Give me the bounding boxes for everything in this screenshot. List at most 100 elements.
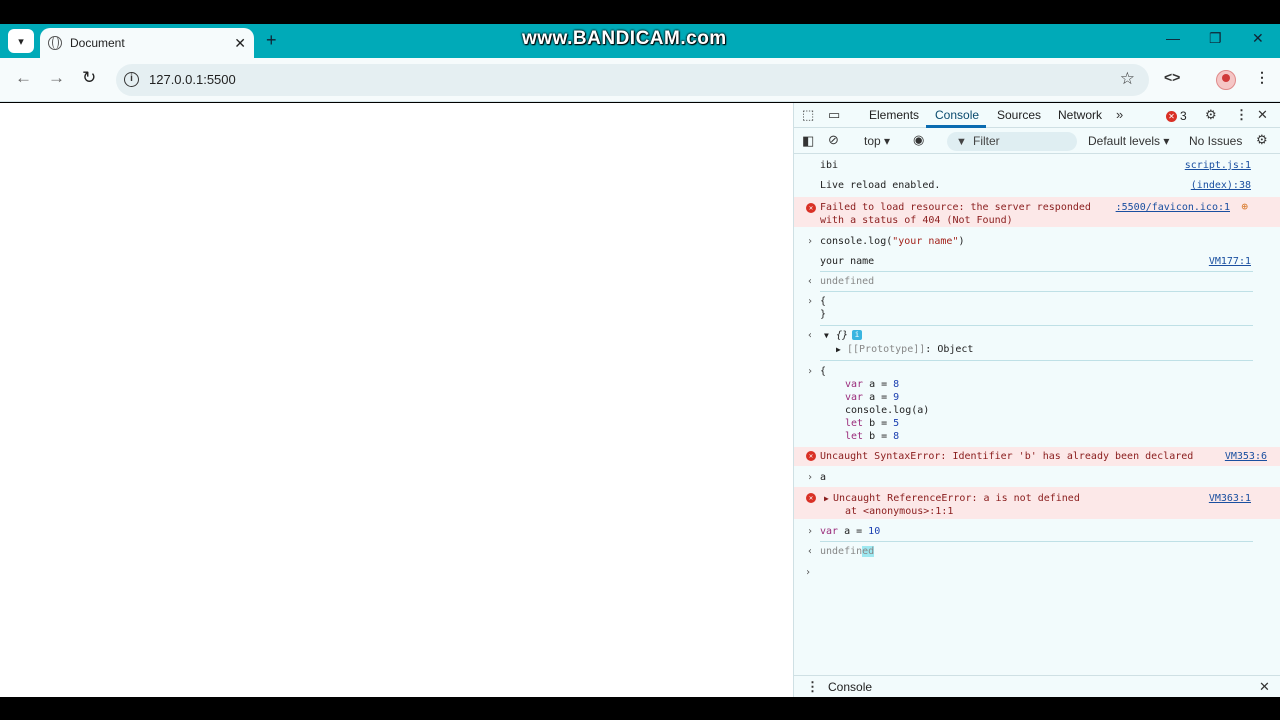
tab-sources[interactable]: Sources: [997, 108, 1041, 122]
console-settings-icon[interactable]: ⚙: [1256, 132, 1268, 148]
error-text: with a status of 404 (Not Found): [820, 215, 1013, 226]
issues-button[interactable]: No Issues: [1189, 134, 1242, 148]
console-result-row: ‹ undefined: [794, 275, 1280, 291]
prototype-key: [[Prototype]]: [847, 344, 926, 355]
input-prompt-icon: ›: [807, 296, 814, 307]
expand-triangle-icon[interactable]: ▼: [824, 329, 829, 342]
tab-search-button[interactable]: ▾: [8, 29, 34, 53]
code-fragment: a =: [863, 392, 894, 403]
separator: [820, 325, 1253, 326]
input-text: {: [820, 296, 827, 307]
console-log-row: your name VM177:1: [794, 255, 1280, 271]
drawer-tab-console[interactable]: Console: [828, 680, 872, 694]
bookmark-star-icon[interactable]: ☆: [1120, 69, 1135, 89]
console-prompt-row[interactable]: ›: [794, 566, 1280, 582]
new-tab-button[interactable]: +: [266, 30, 277, 51]
code-line: let b = 8: [845, 430, 899, 443]
code-number: 8: [893, 431, 900, 442]
code-number: 10: [868, 526, 881, 537]
code-line: var a = 9: [845, 391, 899, 404]
restore-icon[interactable]: ❐: [1209, 30, 1222, 47]
console-error-row: ✕ ▶ Uncaught ReferenceError: a is not de…: [794, 487, 1280, 519]
console-input-row: › { }: [794, 295, 1280, 325]
code-keyword: var: [845, 379, 864, 390]
log-levels-value: Default levels: [1088, 134, 1161, 148]
error-icon: ✕: [806, 493, 816, 503]
devtools-panel: ⬚ ▭ Elements Console Sources Network » ✕…: [793, 103, 1280, 697]
context-selector[interactable]: top ▾: [864, 134, 890, 148]
log-source-link[interactable]: script.js:1: [1185, 159, 1251, 172]
console-error-row: ✕ Uncaught SyntaxError: Identifier 'b' h…: [794, 447, 1280, 466]
url-text[interactable]: 127.0.0.1:5500: [149, 72, 236, 87]
close-drawer-icon[interactable]: ✕: [1259, 679, 1270, 695]
code-line: console.log(a): [845, 405, 930, 416]
input-prompt-icon: ›: [805, 567, 812, 578]
inspect-element-icon[interactable]: ⬚: [802, 107, 814, 123]
code-number: 8: [893, 379, 900, 390]
settings-gear-icon[interactable]: ⚙: [1205, 107, 1217, 123]
collapsed-triangle-icon[interactable]: ▶: [824, 492, 829, 505]
devtools-menu-icon[interactable]: ⋮: [1235, 107, 1248, 123]
code-icon[interactable]: <>: [1164, 69, 1180, 85]
error-source-link[interactable]: :5500/favicon.ico:1: [1116, 201, 1230, 214]
object-label[interactable]: {}: [836, 329, 848, 342]
error-source-link[interactable]: VM363:1: [1209, 492, 1251, 505]
chevron-down-icon: ▾: [18, 35, 24, 48]
prototype-value: : Object: [925, 344, 974, 355]
close-devtools-icon[interactable]: ✕: [1257, 107, 1268, 123]
code-keyword: let: [845, 418, 864, 429]
error-counter[interactable]: ✕ 3: [1166, 109, 1187, 123]
code-fragment: a =: [838, 526, 869, 537]
devtools-tabbar: ⬚ ▭ Elements Console Sources Network » ✕…: [794, 103, 1280, 128]
console-filter-bar: ◧ ⊘ top ▾ ◉ ▼ Filter Default levels ▾ No…: [794, 129, 1280, 154]
result-text: undefined: [820, 276, 875, 287]
error-stack-text: at <anonymous>:1:1: [845, 506, 954, 517]
active-tab-indicator: [926, 125, 986, 128]
site-info-icon[interactable]: i: [124, 72, 139, 87]
result-arrow-icon: ‹: [807, 276, 814, 287]
error-source-link[interactable]: VM353:6: [1225, 450, 1267, 463]
console-input-row: › { var a = 8 var a = 9 console.log(a) l…: [794, 365, 1280, 445]
code-fragment: ): [958, 236, 965, 247]
log-levels-dropdown[interactable]: Default levels ▾: [1088, 134, 1169, 148]
console-input-row: › var a = 10: [794, 525, 1280, 541]
log-source-link[interactable]: VM177:1: [1209, 255, 1251, 268]
tab-console[interactable]: Console: [935, 108, 979, 122]
input-prompt-icon: ›: [807, 366, 814, 377]
log-source-link[interactable]: (index):38: [1191, 179, 1251, 192]
network-warning-icon[interactable]: ⊕: [1241, 200, 1248, 213]
console-log-row: ibi script.js:1: [794, 159, 1280, 175]
more-tabs-icon[interactable]: »: [1116, 107, 1123, 122]
window-close-icon[interactable]: ✕: [1252, 30, 1264, 47]
address-bar[interactable]: i 127.0.0.1:5500 ☆: [116, 64, 1149, 96]
sidebar-toggle-icon[interactable]: ◧: [802, 133, 814, 149]
browser-menu-icon[interactable]: ⋮: [1255, 69, 1269, 86]
close-tab-icon[interactable]: ✕: [234, 35, 246, 52]
minimize-icon[interactable]: —: [1166, 30, 1180, 46]
browser-tab[interactable]: Document ✕: [40, 28, 254, 58]
forward-icon[interactable]: →: [48, 68, 65, 88]
input-prompt-icon: ›: [807, 236, 814, 247]
result-highlight: ed: [862, 546, 875, 557]
reload-icon[interactable]: ↻: [82, 68, 96, 88]
collapsed-triangle-icon[interactable]: ▶: [836, 343, 841, 356]
live-expression-eye-icon[interactable]: ◉: [913, 132, 924, 148]
tab-network[interactable]: Network: [1058, 108, 1102, 122]
console-result-row: ‹ undefined: [794, 545, 1280, 561]
console-input-row: › console.log("your name"): [794, 235, 1280, 251]
profile-avatar[interactable]: [1216, 70, 1236, 90]
clear-console-icon[interactable]: ⊘: [828, 132, 839, 148]
code-number: 5: [893, 418, 900, 429]
back-icon[interactable]: ←: [15, 68, 32, 88]
filter-input[interactable]: ▼ Filter: [947, 132, 1077, 151]
result-text: undefined: [820, 545, 875, 558]
device-toolbar-icon[interactable]: ▭: [828, 107, 840, 123]
input-prompt-icon: ›: [807, 472, 814, 483]
tab-elements[interactable]: Elements: [869, 108, 919, 122]
prototype-line: [[Prototype]]: Object: [847, 343, 973, 356]
code-fragment: console.log(: [820, 236, 893, 247]
drawer-menu-icon[interactable]: ⋮: [806, 679, 819, 695]
input-text: var a = 10: [820, 525, 880, 538]
info-badge-icon[interactable]: i: [852, 330, 862, 340]
log-text: ibi: [820, 160, 839, 171]
